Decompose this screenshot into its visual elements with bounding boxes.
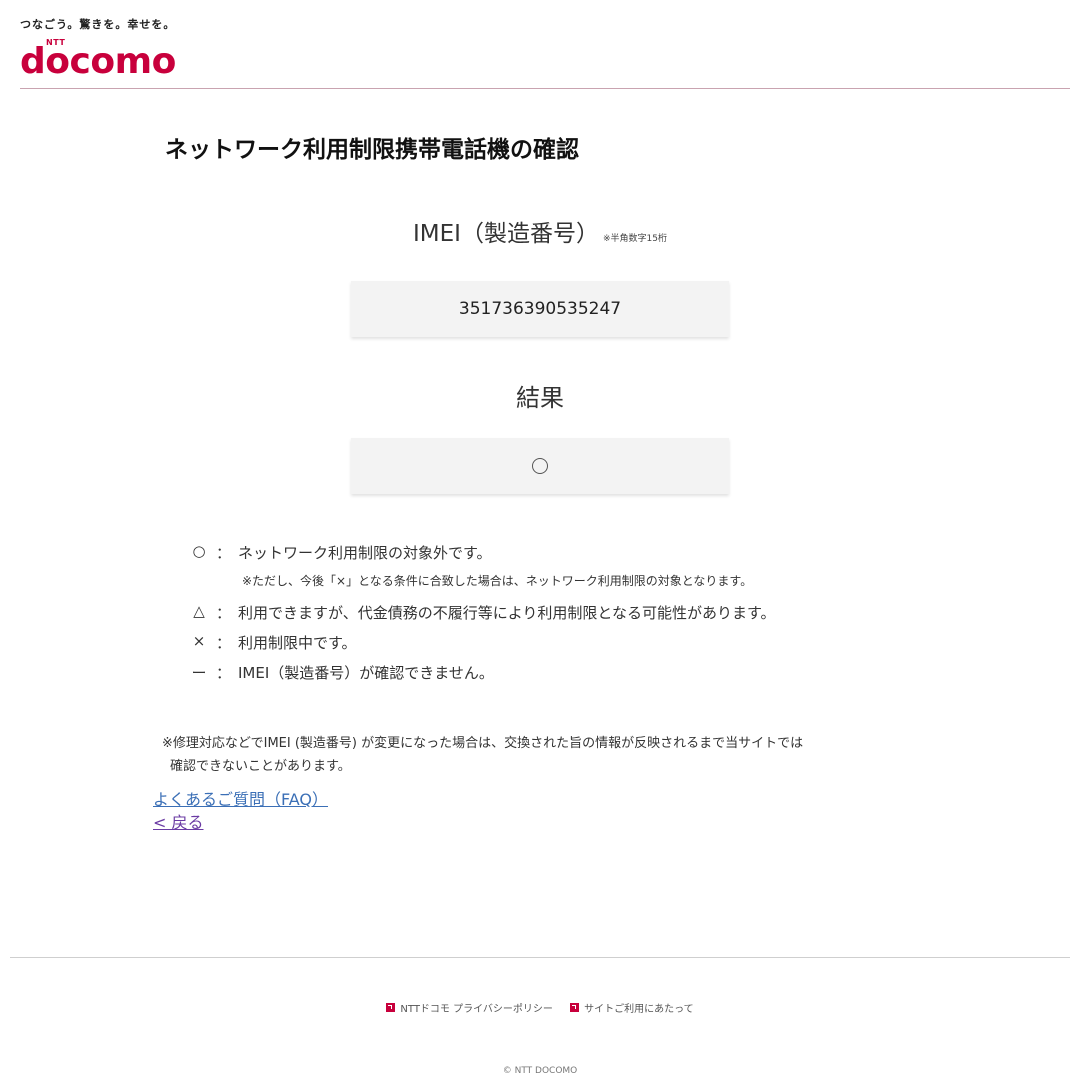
page: つなごう。驚きを。幸せを。 NTT docomo ネットワーク利用制限携帯電話機… xyxy=(0,0,1080,1077)
external-link-icon xyxy=(570,1003,580,1012)
legend-symbol-circle: ○ xyxy=(192,542,206,560)
page-links: よくあるご質問（FAQ） < 戻る xyxy=(153,788,328,834)
legend-symbol-cross: × xyxy=(192,632,206,650)
tagline: つなごう。驚きを。幸せを。 xyxy=(20,18,176,31)
legend-colon: ： xyxy=(216,634,232,652)
legend-item: ー ： IMEI（製造番号）が確認できません。 xyxy=(188,660,928,690)
imei-label-row: IMEI（製造番号） ※半角数字15桁 xyxy=(0,214,1080,248)
result-label: 結果 xyxy=(516,384,564,412)
footer-divider xyxy=(10,957,1070,958)
result-value-field xyxy=(351,438,729,494)
legend-text: 利用制限中です。 xyxy=(238,634,357,652)
faq-link[interactable]: よくあるご質問（FAQ） xyxy=(153,788,328,811)
privacy-policy-label: NTTドコモ プライバシーポリシー xyxy=(400,1004,553,1015)
legend-symbol-dash: ー xyxy=(191,664,207,682)
note-line-1: ※修理対応などでIMEI (製造番号) が変更になった場合は、交換された旨の情報… xyxy=(162,736,804,751)
site-header: つなごう。驚きを。幸せを。 NTT docomo xyxy=(20,16,1070,89)
logo-wordmark: docomo xyxy=(20,41,176,82)
imei-label: IMEI（製造番号） xyxy=(413,221,599,247)
copyright: © NTT DOCOMO xyxy=(502,1066,578,1076)
external-link-icon xyxy=(386,1003,396,1012)
legend-symbol-triangle: △ xyxy=(193,602,205,620)
legend-subnote: ※ただし、今後「×」となる条件に合致した場合は、ネットワーク利用制限の対象となり… xyxy=(242,574,753,588)
result-legend: ○ ： ネットワーク利用制限の対象外です。 ※ただし、今後「×」となる条件に合致… xyxy=(188,540,928,690)
legend-item: △ ： 利用できますが、代金債務の不履行等により利用制限となる可能性があります。 xyxy=(188,600,928,630)
legend-item: ○ ： ネットワーク利用制限の対象外です。 xyxy=(188,540,928,570)
legend-colon: ： xyxy=(216,544,232,562)
circle-mark-icon xyxy=(532,458,548,474)
privacy-policy-link[interactable]: NTTドコモ プライバシーポリシー xyxy=(386,1000,553,1015)
legend-text: 利用できますが、代金債務の不履行等により利用制限となる可能性があります。 xyxy=(238,604,776,622)
back-link[interactable]: < 戻る xyxy=(153,811,328,834)
imei-note: ※半角数字15桁 xyxy=(602,234,667,244)
imei-value: 351736390535247 xyxy=(458,299,622,319)
site-terms-label: サイトご利用にあたって xyxy=(584,1004,694,1015)
page-title: ネットワーク利用制限携帯電話機の確認 xyxy=(165,137,579,163)
footer-links: NTTドコモ プライバシーポリシー サイトご利用にあたって xyxy=(0,1000,1080,1015)
note-line-2: 確認できないことがあります。 xyxy=(170,759,351,774)
legend-item: × ： 利用制限中です。 xyxy=(188,630,928,660)
legend-colon: ： xyxy=(216,604,232,622)
legend-colon: ： xyxy=(216,664,232,682)
site-terms-link[interactable]: サイトご利用にあたって xyxy=(570,1000,694,1015)
legend-text: ネットワーク利用制限の対象外です。 xyxy=(238,544,492,562)
legend-text: IMEI（製造番号）が確認できません。 xyxy=(238,664,494,682)
imei-value-field: 351736390535247 xyxy=(351,281,729,337)
imei-change-note: ※修理対応などでIMEI (製造番号) が変更になった場合は、交換された旨の情報… xyxy=(162,732,922,778)
